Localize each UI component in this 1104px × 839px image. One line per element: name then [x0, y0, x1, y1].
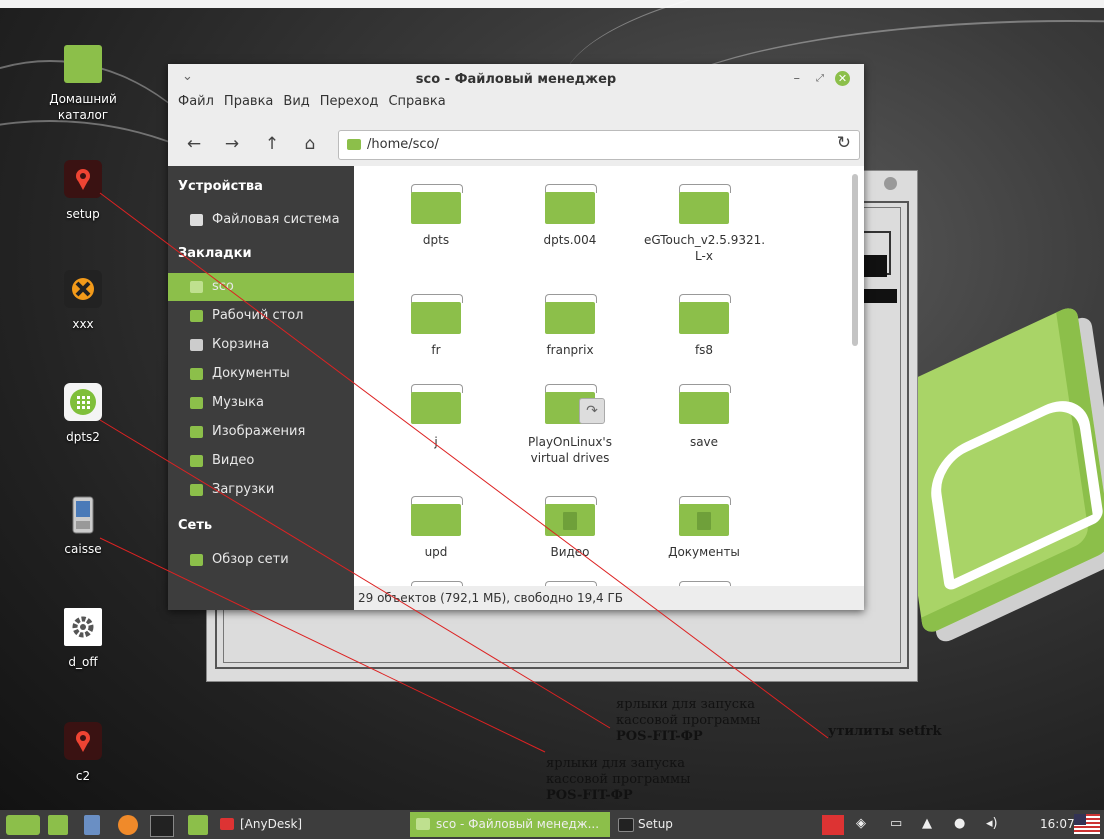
task-anydesk[interactable]: [AnyDesk]	[214, 812, 404, 837]
terminal-icon[interactable]	[150, 815, 174, 837]
volume-icon[interactable]: ◂)	[986, 816, 998, 831]
annotation-lines	[99, 192, 829, 753]
power-icon[interactable]: ●	[954, 816, 965, 831]
annotation-utilities: утилиты setfrk	[828, 724, 942, 739]
task-file-manager[interactable]: sco - Файловый менедж...	[410, 812, 610, 837]
task-setup[interactable]: Setup	[612, 812, 812, 837]
window-list-icon[interactable]: ▭	[890, 816, 902, 831]
shield-icon[interactable]: ◈	[856, 816, 866, 831]
annotation-shortcuts-1: ярлыки для запуска кассовой программы PO…	[616, 697, 761, 744]
anydesk-icon	[220, 818, 234, 830]
folder-icon	[416, 818, 430, 830]
notifications-icon[interactable]: ▲	[922, 816, 932, 831]
mint-menu-icon[interactable]	[6, 815, 40, 835]
folder-launcher-icon[interactable]	[188, 815, 208, 835]
desktop: Домашний каталог setup xxx dpts2 caisse …	[0, 0, 1104, 839]
clock[interactable]: 16:07	[1040, 817, 1075, 831]
anydesk-tray-icon[interactable]	[822, 815, 844, 835]
taskbar: [AnyDesk] sco - Файловый менедж... Setup…	[0, 810, 1104, 839]
file-manager-launcher-icon[interactable]	[84, 815, 100, 835]
annotation-shortcuts-2: ярлыки для запуска кассовой программы PO…	[546, 756, 691, 803]
terminal-icon	[618, 818, 634, 832]
keyboard-layout-flag-icon[interactable]	[1074, 814, 1100, 834]
firefox-icon[interactable]	[118, 815, 138, 835]
show-desktop-icon[interactable]	[48, 815, 68, 835]
